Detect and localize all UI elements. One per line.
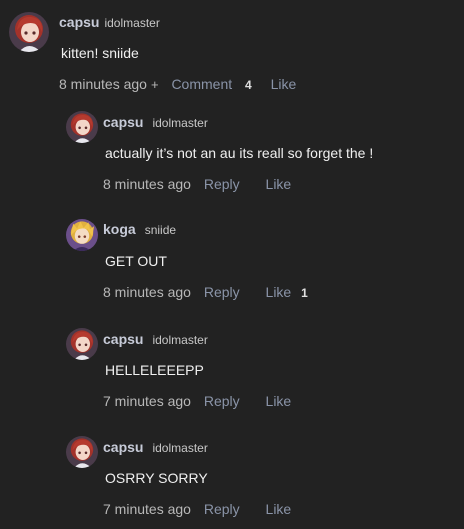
comment-text: HELLELEEEPP xyxy=(105,362,204,378)
red-haired-girl-avatar-icon[interactable] xyxy=(9,12,49,52)
like-button[interactable]: Like xyxy=(266,284,292,300)
reply-button[interactable]: Reply xyxy=(204,284,240,300)
comment-count: 4 xyxy=(245,78,252,92)
username-link[interactable]: koga xyxy=(103,221,136,237)
red-haired-girl-avatar-icon[interactable] xyxy=(66,436,98,468)
timestamp: 7 minutes ago xyxy=(103,393,191,409)
comment-header: capsu idolmaster xyxy=(103,114,208,132)
user-tag: idolmaster xyxy=(104,16,160,30)
like-button[interactable]: Like xyxy=(266,176,292,192)
comment-header: capsu idolmaster xyxy=(59,14,160,32)
reply-comment: capsu idolmaster HELLELEEEPP 7 minutes ag… xyxy=(66,328,456,418)
comment-text: GET OUT xyxy=(105,253,167,269)
like-button[interactable]: Like xyxy=(266,393,292,409)
comment: capsu idolmaster kitten! sniide 8 minutes… xyxy=(9,12,449,102)
comment-meta: 8 minutes ago Reply Like 1 xyxy=(103,284,308,300)
comment-button[interactable]: Comment xyxy=(171,76,232,92)
reply-comment: koga sniide GET OUT 8 minutes ago Reply L… xyxy=(66,219,456,309)
comment-meta: 8 minutes ago + Comment 4 Like xyxy=(59,76,296,92)
comment-meta: 7 minutes ago Reply Like xyxy=(103,501,291,517)
reply-comment: capsu idolmaster actually it’s not an au … xyxy=(66,111,456,201)
blonde-boy-avatar-icon[interactable] xyxy=(66,219,98,251)
user-tag: idolmaster xyxy=(152,441,208,455)
red-haired-girl-avatar-icon[interactable] xyxy=(66,111,98,143)
username-link[interactable]: capsu xyxy=(103,331,143,347)
user-tag: idolmaster xyxy=(152,333,208,347)
comment-header: koga sniide xyxy=(103,221,176,239)
reply-comment: capsu idolmaster OSRRY SORRY 7 minutes ag… xyxy=(66,436,456,526)
like-count: 1 xyxy=(301,286,308,300)
timestamp: 8 minutes ago xyxy=(103,284,191,300)
username-link[interactable]: capsu xyxy=(103,114,143,130)
username-link[interactable]: capsu xyxy=(59,14,99,30)
comment-meta: 8 minutes ago Reply Like xyxy=(103,176,291,192)
red-haired-girl-avatar-icon[interactable] xyxy=(66,328,98,360)
reply-button[interactable]: Reply xyxy=(204,176,240,192)
reply-button[interactable]: Reply xyxy=(204,393,240,409)
user-tag: sniide xyxy=(144,223,177,237)
comment-header: capsu idolmaster xyxy=(103,439,208,457)
like-button[interactable]: Like xyxy=(266,501,292,517)
like-button[interactable]: Like xyxy=(271,76,297,92)
comment-text: kitten! sniide xyxy=(61,45,139,61)
comment-meta: 7 minutes ago Reply Like xyxy=(103,393,291,409)
timestamp: 8 minutes ago xyxy=(59,76,147,92)
comment-text: OSRRY SORRY xyxy=(105,470,208,486)
comment-header: capsu idolmaster xyxy=(103,331,208,349)
timestamp: 8 minutes ago xyxy=(103,176,191,192)
timestamp: 7 minutes ago xyxy=(103,501,191,517)
user-tag: idolmaster xyxy=(152,116,208,130)
expand-icon[interactable]: + xyxy=(151,77,159,92)
comment-text: actually it’s not an au its reall so for… xyxy=(105,145,374,161)
username-link[interactable]: capsu xyxy=(103,439,143,455)
reply-button[interactable]: Reply xyxy=(204,501,240,517)
